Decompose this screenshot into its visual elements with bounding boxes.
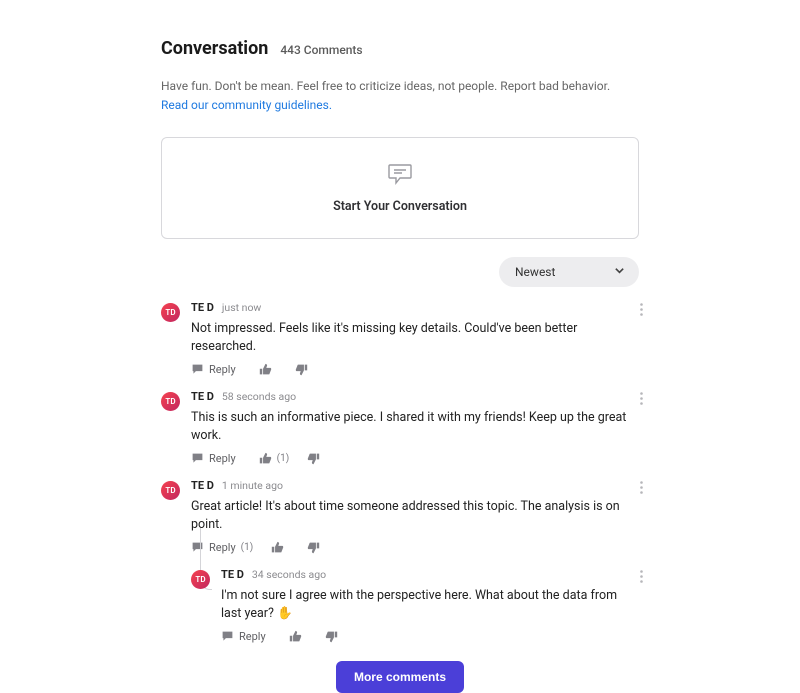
more-options-icon[interactable]	[640, 301, 643, 320]
comment-item: TD TE D just now Not impressed. Feels li…	[161, 301, 639, 376]
comment-list: TD TE D just now Not impressed. Feels li…	[161, 301, 639, 643]
reply-button[interactable]: Reply	[221, 630, 271, 643]
like-button[interactable]	[271, 541, 289, 554]
page-title: Conversation	[161, 38, 268, 59]
avatar[interactable]: TD	[161, 303, 180, 322]
like-button[interactable]: (1)	[259, 452, 290, 465]
more-comments-button[interactable]: More comments	[336, 661, 464, 693]
comment-username[interactable]: TE D	[191, 390, 214, 403]
comment-timestamp: 34 seconds ago	[252, 568, 326, 581]
comment-actions: Reply (1)	[191, 452, 639, 465]
comment-count: 443 Comments	[280, 43, 362, 57]
comment-actions: Reply	[191, 363, 639, 376]
comment-actions: Reply (1)	[191, 541, 639, 554]
comment-timestamp: 58 seconds ago	[222, 390, 296, 403]
comment-body: Great article! It's about time someone a…	[191, 498, 639, 533]
avatar[interactable]: TD	[161, 392, 180, 411]
dislike-button[interactable]	[325, 630, 338, 643]
comment-username[interactable]: TE D	[221, 568, 244, 581]
comment-body: Not impressed. Feels like it's missing k…	[191, 320, 639, 355]
comment-username[interactable]: TE D	[191, 301, 214, 314]
comment-item: TD TE D 58 seconds ago This is such an i…	[161, 390, 639, 465]
comment-item-reply: TD TE D 34 seconds ago I'm not sure I ag…	[191, 568, 639, 643]
comment-body: I'm not sure I agree with the perspectiv…	[221, 587, 639, 622]
like-button[interactable]	[289, 630, 307, 643]
comment-username[interactable]: TE D	[191, 479, 214, 492]
speech-bubble-icon	[387, 163, 413, 189]
dislike-button[interactable]	[307, 541, 320, 554]
guidelines-text: Have fun. Don't be mean. Feel free to cr…	[161, 77, 639, 115]
start-conversation-box[interactable]: Start Your Conversation	[161, 137, 639, 239]
sort-selected: Newest	[515, 265, 555, 279]
sort-dropdown[interactable]: Newest	[499, 257, 639, 287]
like-button[interactable]	[259, 363, 277, 376]
more-options-icon[interactable]	[640, 479, 643, 498]
comment-body: This is such an informative piece. I sha…	[191, 409, 639, 444]
comment-timestamp: 1 minute ago	[222, 479, 283, 492]
comment-timestamp: just now	[222, 301, 261, 314]
comment-item: TD TE D 1 minute ago Great article! It's…	[161, 479, 639, 554]
guidelines-link[interactable]: Read our community guidelines.	[161, 98, 332, 112]
reply-button[interactable]: Reply	[191, 452, 241, 465]
guidelines-static: Have fun. Don't be mean. Feel free to cr…	[161, 79, 610, 93]
dislike-button[interactable]	[295, 363, 308, 376]
start-conversation-label: Start Your Conversation	[333, 199, 467, 214]
comment-actions: Reply	[221, 630, 639, 643]
dislike-button[interactable]	[307, 452, 320, 465]
avatar[interactable]: TD	[161, 481, 180, 500]
more-options-icon[interactable]	[640, 568, 643, 587]
more-options-icon[interactable]	[640, 390, 643, 409]
chevron-down-icon	[614, 265, 625, 279]
reply-button[interactable]: Reply	[191, 363, 241, 376]
